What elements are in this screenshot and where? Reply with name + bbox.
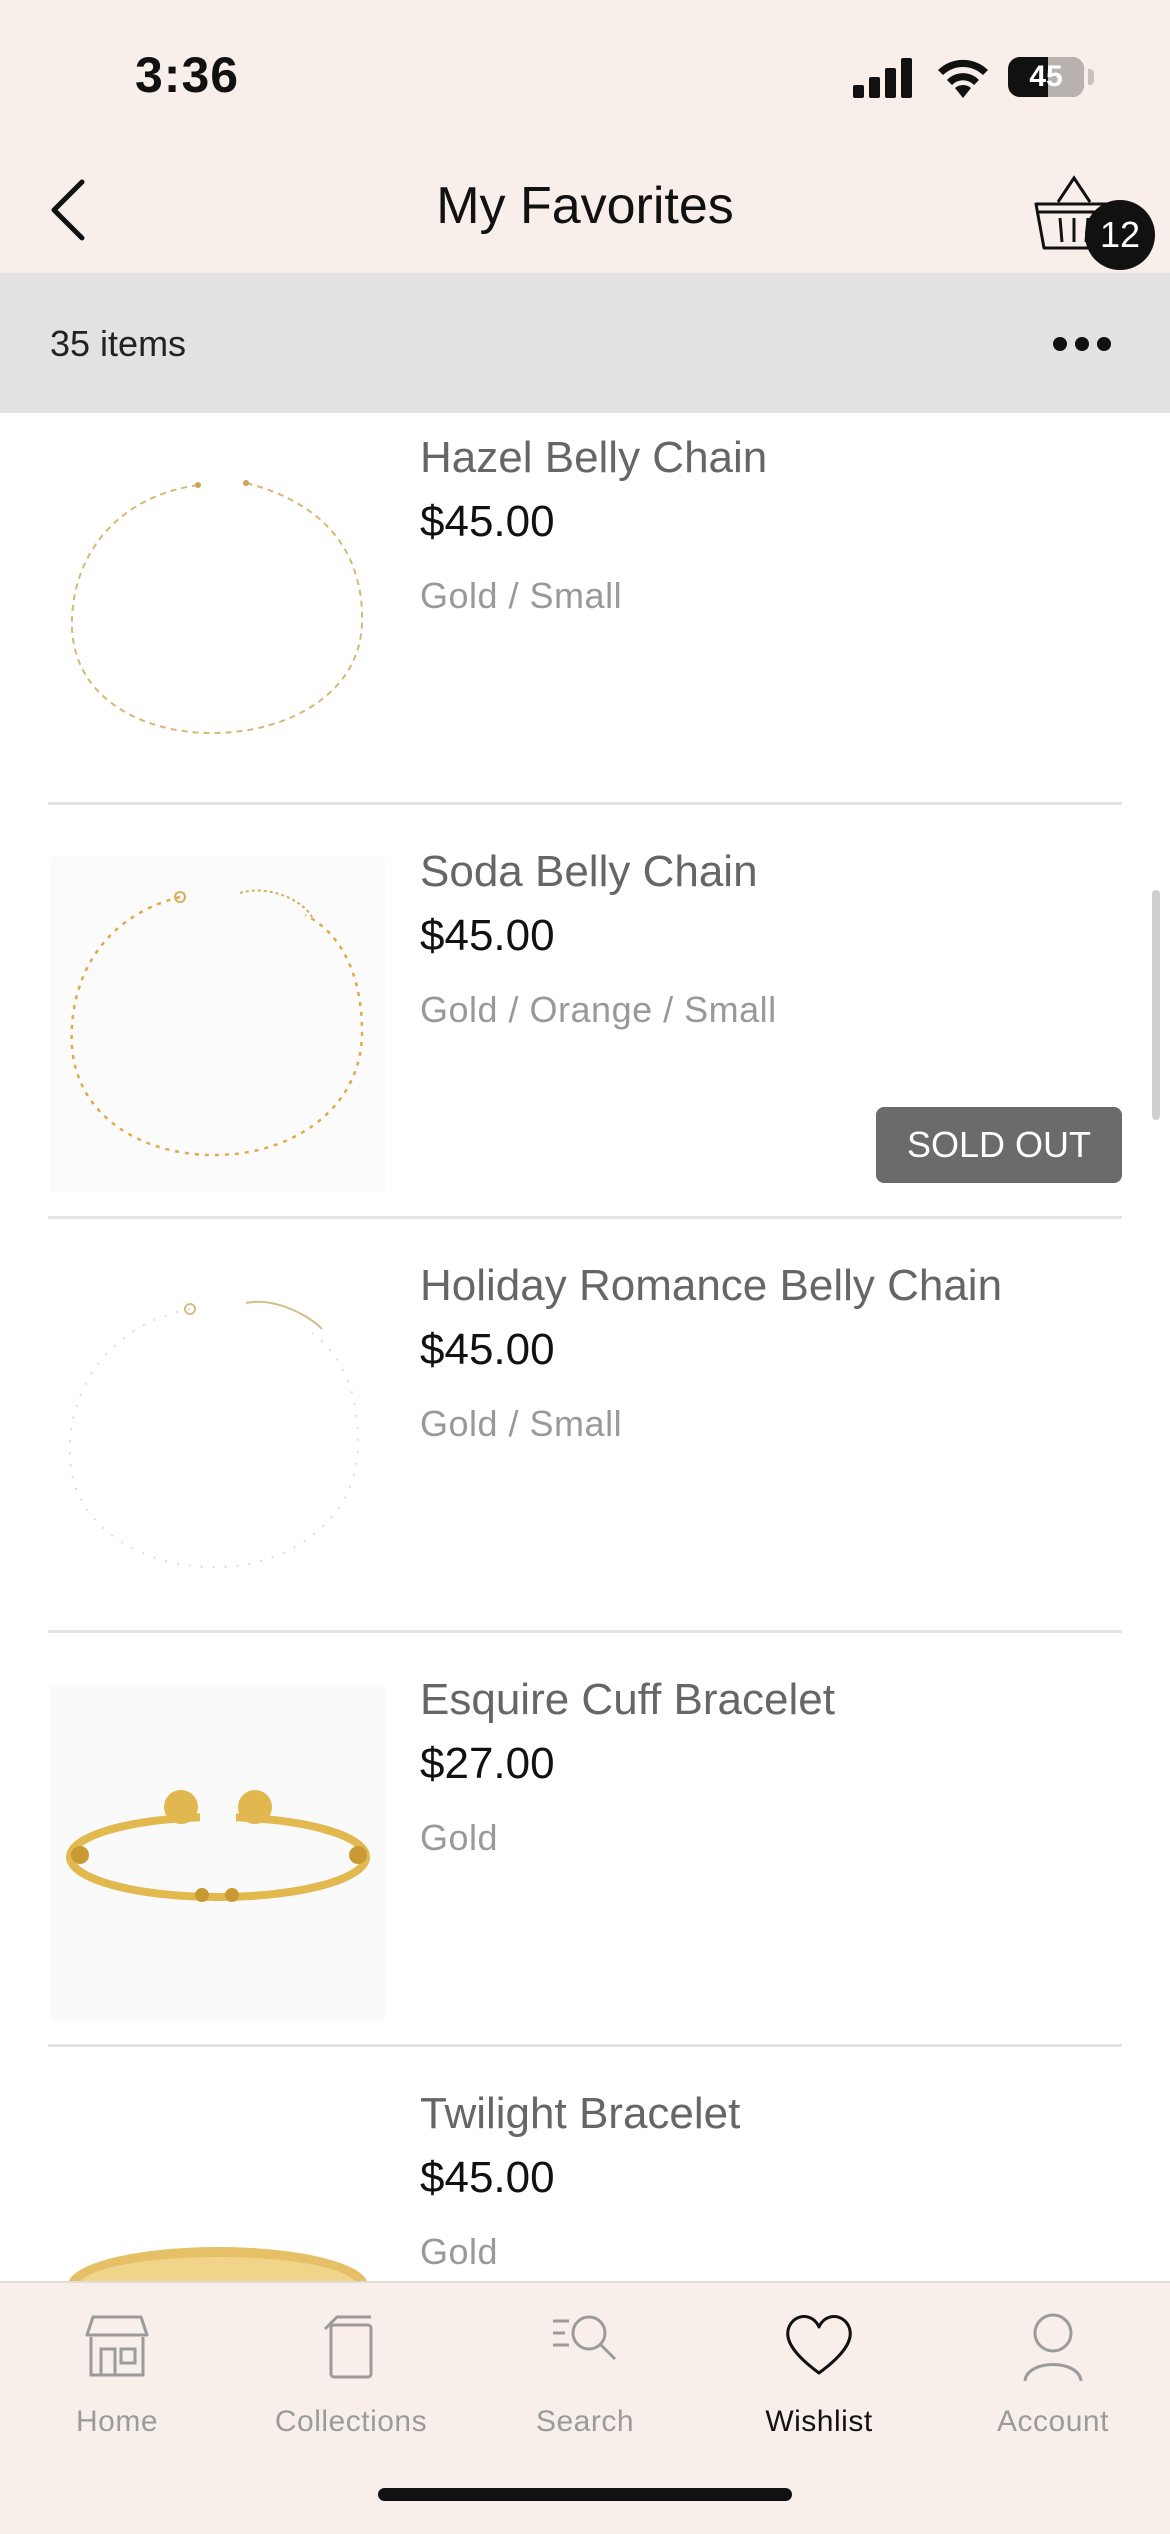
- user-icon: [1023, 2313, 1083, 2382]
- product-image: [50, 857, 385, 1192]
- favorites-list: Hazel Belly Chain $45.00 Gold / Small So…: [0, 413, 1170, 2281]
- tab-search[interactable]: Search: [468, 2283, 702, 2463]
- product-name: Esquire Cuff Bracelet: [420, 1675, 835, 1724]
- divider: [48, 1630, 1122, 1633]
- divider: [48, 1216, 1122, 1219]
- scrollbar[interactable]: [1152, 890, 1160, 1120]
- tab-wishlist[interactable]: Wishlist: [702, 2283, 936, 2463]
- cellular-signal-icon: [853, 58, 912, 98]
- product-price: $45.00: [420, 1325, 555, 1374]
- tab-collections[interactable]: Collections: [234, 2283, 468, 2463]
- product-image: [50, 1685, 385, 2020]
- navigation-bar: My Favorites 12: [0, 150, 1170, 273]
- tab-label: Wishlist: [765, 2405, 873, 2438]
- status-bar: 3:36 45: [0, 0, 1170, 150]
- wifi-icon: [938, 59, 988, 98]
- product-variant: Gold / Small: [420, 1403, 623, 1444]
- product-image: [50, 2099, 385, 2281]
- product-image: [50, 443, 385, 778]
- home-indicator[interactable]: [378, 2488, 792, 2501]
- heart-icon: [786, 2315, 852, 2375]
- product-price: $45.00: [420, 911, 555, 960]
- product-name: Hazel Belly Chain: [420, 433, 768, 482]
- list-item[interactable]: Hazel Belly Chain $45.00 Gold / Small: [0, 413, 1170, 826]
- product-price: $45.00: [420, 2153, 555, 2202]
- tab-account[interactable]: Account: [936, 2283, 1170, 2463]
- product-price: $45.00: [420, 497, 555, 546]
- list-item[interactable]: Esquire Cuff Bracelet $27.00 Gold: [0, 1655, 1170, 2068]
- tab-home[interactable]: Home: [0, 2283, 234, 2463]
- product-price: $27.00: [420, 1739, 555, 1788]
- store-icon: [85, 2315, 149, 2377]
- tab-label: Collections: [274, 2405, 428, 2438]
- page-title: My Favorites: [436, 177, 734, 235]
- product-variant: Gold / Small: [420, 575, 623, 616]
- product-variant: Gold: [420, 2231, 499, 2272]
- search-icon: [553, 2315, 617, 2361]
- product-name: Twilight Bracelet: [420, 2089, 741, 2138]
- battery-level: 45: [1029, 60, 1063, 93]
- product-variant: Gold: [420, 1817, 499, 1858]
- tab-label: Search: [535, 2405, 635, 2438]
- tab-label: Home: [75, 2405, 159, 2438]
- product-name: Soda Belly Chain: [420, 847, 758, 896]
- cart-count-badge: 12: [1085, 200, 1155, 270]
- list-summary-bar: 35 items: [0, 273, 1170, 413]
- more-options-icon[interactable]: [1052, 331, 1112, 357]
- status-time: 3:36: [135, 47, 240, 103]
- divider: [48, 802, 1122, 805]
- battery-tip: [1088, 69, 1094, 85]
- product-variant: Gold / Orange / Small: [420, 989, 777, 1030]
- item-count: 35 items: [50, 323, 187, 364]
- product-name: Holiday Romance Belly Chain: [420, 1261, 1003, 1310]
- battery-icon: 45: [1008, 57, 1084, 97]
- sold-out-badge: SOLD OUT: [876, 1107, 1122, 1183]
- collections-icon: [323, 2315, 373, 2379]
- product-image: [50, 1271, 385, 1606]
- list-item[interactable]: Twilight Bracelet $45.00 Gold: [0, 2069, 1170, 2281]
- tab-label: Account: [997, 2405, 1109, 2438]
- divider: [48, 2044, 1122, 2047]
- list-item[interactable]: Holiday Romance Belly Chain $45.00 Gold …: [0, 1241, 1170, 1654]
